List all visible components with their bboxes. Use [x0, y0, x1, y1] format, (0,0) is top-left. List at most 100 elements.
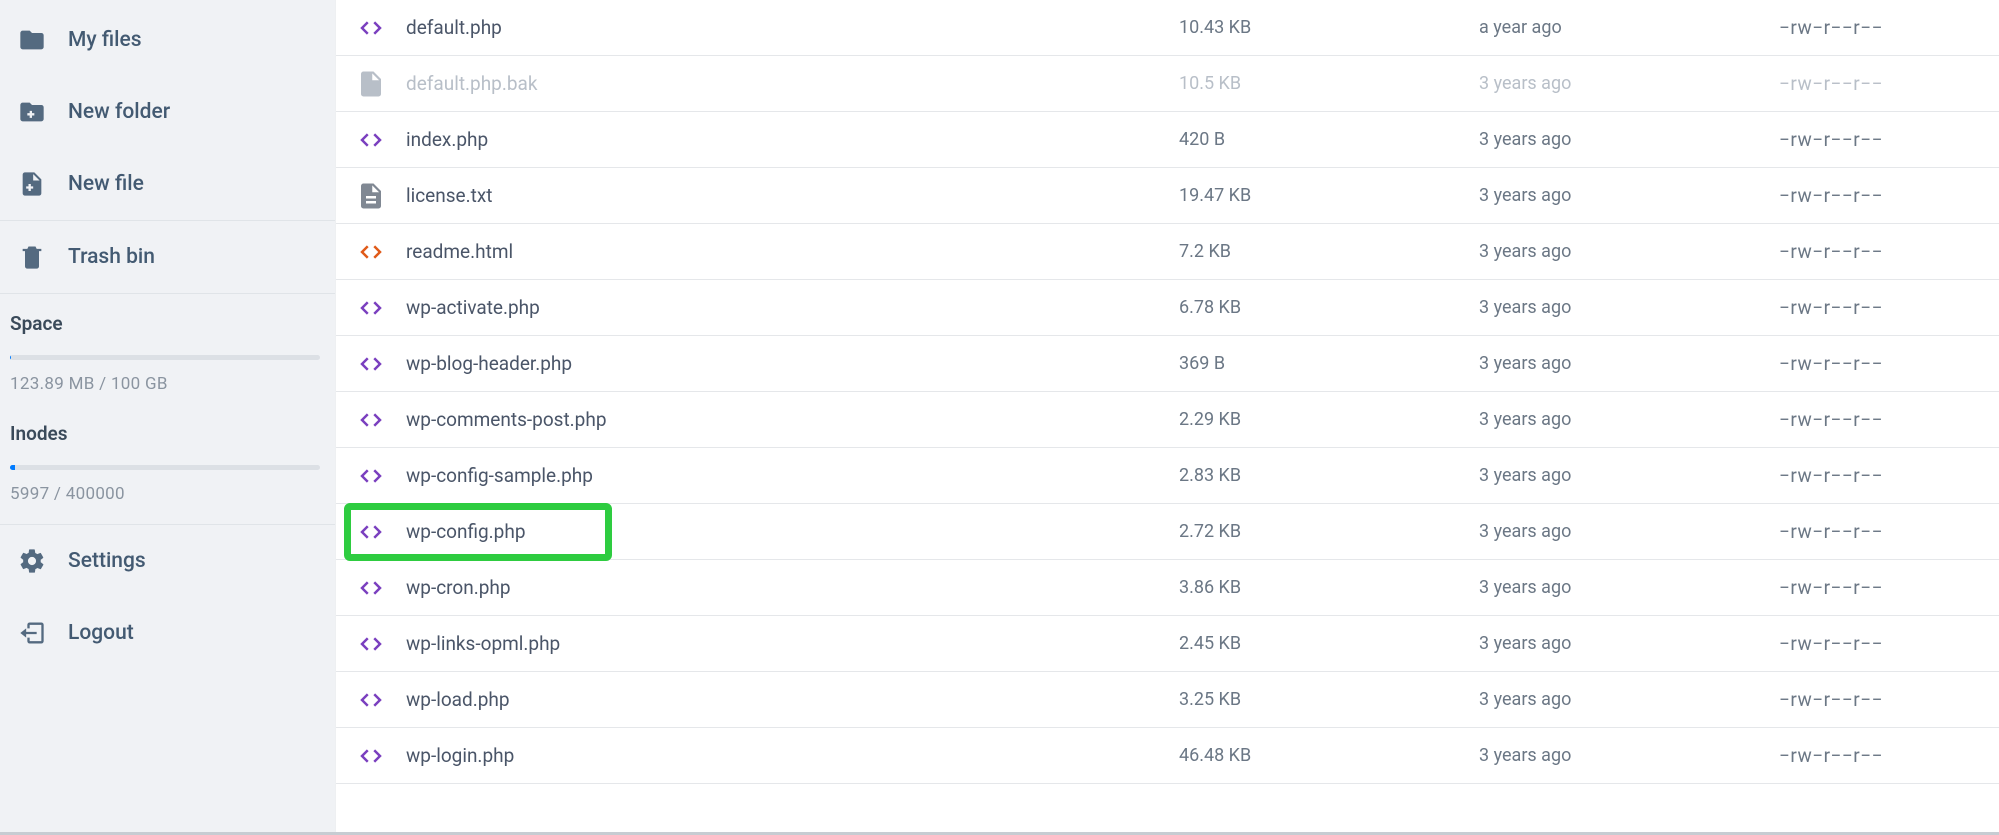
file-type-icon-cell	[336, 237, 406, 267]
space-progress-bar	[10, 355, 320, 360]
file-size: 10.43 KB	[1179, 17, 1479, 38]
file-type-icon-cell	[336, 349, 406, 379]
sidebar-item-new-file[interactable]: New file	[0, 148, 335, 220]
file-permissions: −rw−r−−r−−	[1779, 16, 1999, 39]
file-type-icon-cell	[336, 573, 406, 603]
file-size: 2.83 KB	[1179, 465, 1479, 486]
file-row[interactable]: wp-blog-header.php369 B3 years ago−rw−r−…	[336, 336, 1999, 392]
sidebar-item-my-files[interactable]: My files	[0, 4, 335, 76]
file-name: wp-links-opml.php	[406, 632, 1179, 655]
file-permissions: −rw−r−−r−−	[1779, 464, 1999, 487]
file-name: default.php	[406, 16, 1179, 39]
file-name: wp-blog-header.php	[406, 352, 1179, 375]
sidebar-item-new-folder[interactable]: New folder	[0, 76, 335, 148]
file-name: wp-config-sample.php	[406, 464, 1179, 487]
gear-icon	[18, 547, 46, 575]
space-usage-value: 123.89 MB / 100 GB	[10, 374, 325, 394]
file-row[interactable]: wp-cron.php3.86 KB3 years ago−rw−r−−r−−	[336, 560, 1999, 616]
sidebar-item-label: My files	[68, 28, 142, 52]
file-type-icon-cell	[336, 517, 406, 547]
file-size: 2.45 KB	[1179, 633, 1479, 654]
trash-icon	[18, 243, 46, 271]
file-size: 369 B	[1179, 353, 1479, 374]
file-size: 7.2 KB	[1179, 241, 1479, 262]
file-row[interactable]: index.php420 B3 years ago−rw−r−−r−−	[336, 112, 1999, 168]
file-row[interactable]: wp-config.php2.72 KB3 years ago−rw−r−−r−…	[336, 504, 1999, 560]
sidebar-item-label: New folder	[68, 100, 170, 124]
file-permissions: −rw−r−−r−−	[1779, 408, 1999, 431]
file-row[interactable]: default.php.bak10.5 KB3 years ago−rw−r−−…	[336, 56, 1999, 112]
file-row[interactable]: wp-activate.php6.78 KB3 years ago−rw−r−−…	[336, 280, 1999, 336]
file-permissions: −rw−r−−r−−	[1779, 184, 1999, 207]
file-name: wp-comments-post.php	[406, 408, 1179, 431]
file-size: 2.72 KB	[1179, 521, 1479, 542]
code-icon	[356, 349, 386, 379]
file-modified: 3 years ago	[1479, 689, 1779, 710]
inodes-usage-value: 5997 / 400000	[10, 484, 325, 504]
file-list: default.php10.43 KBa year ago−rw−r−−r−−d…	[335, 0, 1999, 835]
file-size: 46.48 KB	[1179, 745, 1479, 766]
file-modified: 3 years ago	[1479, 185, 1779, 206]
file-size: 10.5 KB	[1179, 73, 1479, 94]
sidebar-item-logout[interactable]: Logout	[0, 597, 335, 669]
file-row[interactable]: wp-login.php46.48 KB3 years ago−rw−r−−r−…	[336, 728, 1999, 784]
code-icon	[356, 125, 386, 155]
code-icon	[356, 741, 386, 771]
sidebar-item-trash-bin[interactable]: Trash bin	[0, 221, 335, 293]
file-row[interactable]: wp-comments-post.php2.29 KB3 years ago−r…	[336, 392, 1999, 448]
file-modified: 3 years ago	[1479, 241, 1779, 262]
file-permissions: −rw−r−−r−−	[1779, 688, 1999, 711]
file-row[interactable]: wp-load.php3.25 KB3 years ago−rw−r−−r−−	[336, 672, 1999, 728]
folder-plus-icon	[18, 98, 46, 126]
file-type-icon-cell	[336, 685, 406, 715]
file-permissions: −rw−r−−r−−	[1779, 632, 1999, 655]
code-icon	[356, 237, 386, 267]
file-modified: 3 years ago	[1479, 465, 1779, 486]
code-icon	[356, 629, 386, 659]
file-modified: 3 years ago	[1479, 353, 1779, 374]
file-row[interactable]: default.php10.43 KBa year ago−rw−r−−r−−	[336, 0, 1999, 56]
file-type-icon-cell	[336, 293, 406, 323]
file-name: readme.html	[406, 240, 1179, 263]
file-permissions: −rw−r−−r−−	[1779, 128, 1999, 151]
file-name: wp-login.php	[406, 744, 1179, 767]
file-size: 420 B	[1179, 129, 1479, 150]
file-modified: 3 years ago	[1479, 745, 1779, 766]
file-permissions: −rw−r−−r−−	[1779, 352, 1999, 375]
file-type-icon-cell	[336, 461, 406, 491]
sidebar-item-settings[interactable]: Settings	[0, 525, 335, 597]
file-name: wp-activate.php	[406, 296, 1179, 319]
file-modified: 3 years ago	[1479, 577, 1779, 598]
sidebar-item-label: Settings	[68, 549, 146, 573]
file-modified: 3 years ago	[1479, 633, 1779, 654]
file-permissions: −rw−r−−r−−	[1779, 72, 1999, 95]
file-modified: 3 years ago	[1479, 521, 1779, 542]
file-row[interactable]: wp-links-opml.php2.45 KB3 years ago−rw−r…	[336, 616, 1999, 672]
file-permissions: −rw−r−−r−−	[1779, 240, 1999, 263]
file-name: wp-load.php	[406, 688, 1179, 711]
file-size: 3.86 KB	[1179, 577, 1479, 598]
code-icon	[356, 293, 386, 323]
file-permissions: −rw−r−−r−−	[1779, 744, 1999, 767]
file-row[interactable]: license.txt19.47 KB3 years ago−rw−r−−r−−	[336, 168, 1999, 224]
file-row[interactable]: wp-config-sample.php2.83 KB3 years ago−r…	[336, 448, 1999, 504]
file-permissions: −rw−r−−r−−	[1779, 296, 1999, 319]
file-modified: a year ago	[1479, 17, 1779, 38]
space-title: Space	[10, 312, 325, 335]
inodes-progress-bar	[10, 465, 320, 470]
file-type-icon-cell	[336, 13, 406, 43]
space-usage-block: Space 123.89 MB / 100 GB Inodes 5997 / 4…	[0, 294, 335, 512]
code-icon	[356, 573, 386, 603]
file-modified: 3 years ago	[1479, 129, 1779, 150]
file-permissions: −rw−r−−r−−	[1779, 576, 1999, 599]
file-type-icon-cell	[336, 741, 406, 771]
code-icon	[356, 405, 386, 435]
file-name: license.txt	[406, 184, 1179, 207]
file-type-icon-cell	[336, 181, 406, 211]
file-type-icon-cell	[336, 69, 406, 99]
file-row[interactable]: readme.html7.2 KB3 years ago−rw−r−−r−−	[336, 224, 1999, 280]
file-type-icon-cell	[336, 629, 406, 659]
code-icon	[356, 13, 386, 43]
file-size: 3.25 KB	[1179, 689, 1479, 710]
file-name: wp-cron.php	[406, 576, 1179, 599]
